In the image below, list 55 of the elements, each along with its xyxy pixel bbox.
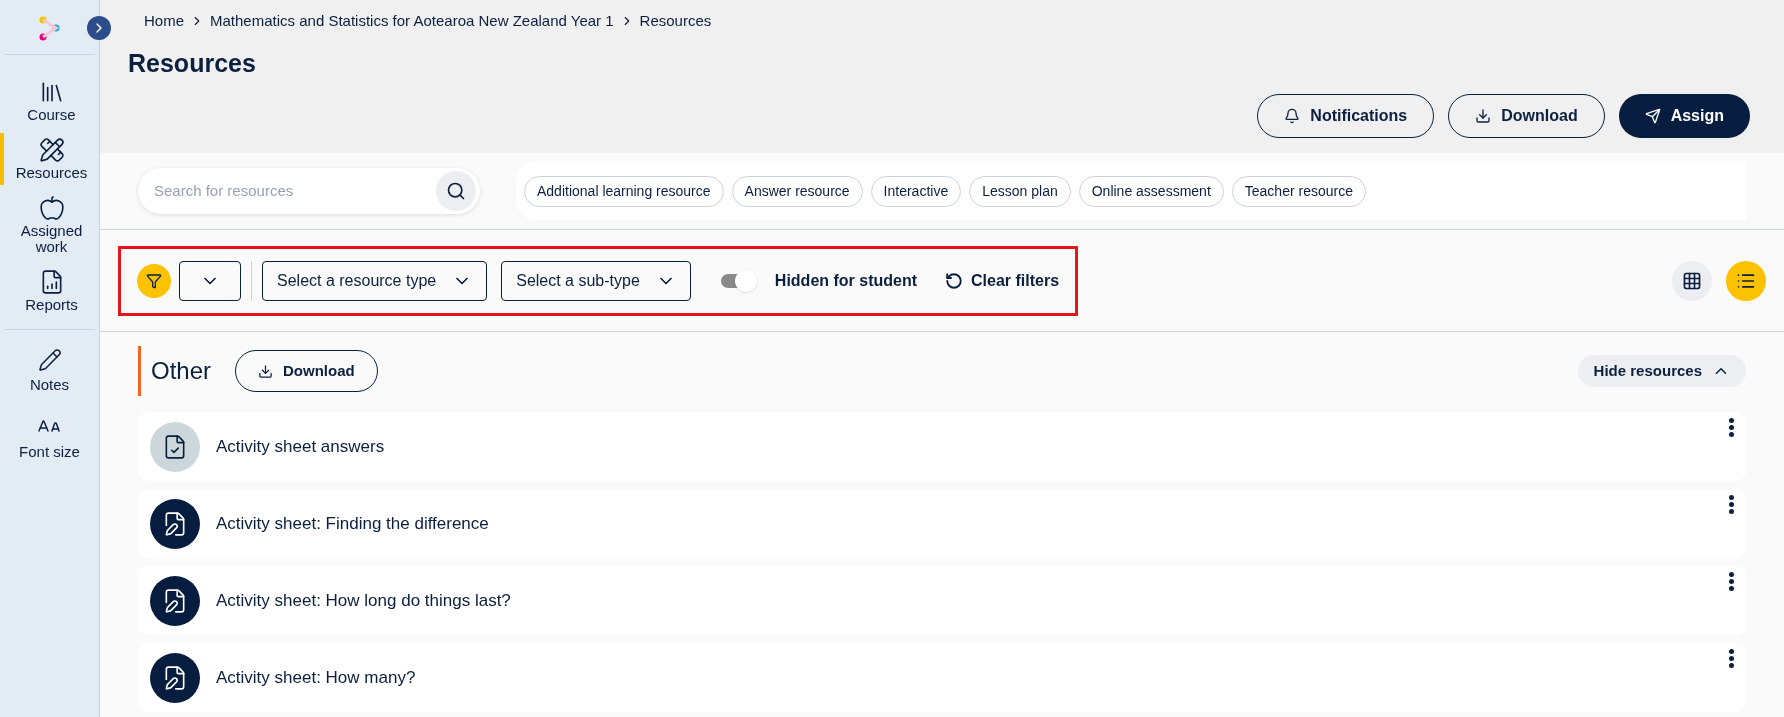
- more-options-icon: [1729, 418, 1734, 437]
- resource-title: Activity sheet answers: [216, 435, 385, 458]
- more-options-button[interactable]: [1729, 572, 1734, 591]
- grid-icon: [1682, 270, 1702, 291]
- more-options-icon: [1729, 649, 1734, 668]
- filter-icon: [137, 263, 171, 298]
- resource-row[interactable]: Activity sheet: How many?: [138, 643, 1746, 712]
- bell-icon: [1284, 108, 1301, 124]
- sidebar-tool[interactable]: Notes: [29, 344, 70, 401]
- document-edit-icon: [150, 652, 200, 703]
- sidebar-item[interactable]: Assigned work: [0, 191, 99, 259]
- nav-icon: [38, 195, 65, 221]
- search-icon: [446, 181, 466, 201]
- resource-title: Activity sheet: How long do things last?: [216, 589, 511, 612]
- more-options-button[interactable]: [1729, 495, 1734, 514]
- tool-icon: [37, 348, 62, 372]
- action-button[interactable]: Assign: [1618, 94, 1750, 138]
- dropdown[interactable]: [179, 260, 241, 301]
- breadcrumb-link[interactable]: Home: [144, 10, 184, 33]
- sidebar-tool[interactable]: Font size: [19, 410, 80, 467]
- expand-sidebar-button[interactable]: [87, 16, 111, 40]
- grid-view-button[interactable]: [1672, 260, 1712, 301]
- section-title: Other: [138, 346, 212, 396]
- download-icon: [1475, 108, 1492, 124]
- search-field[interactable]: Search for resources: [138, 168, 480, 214]
- sidebar-item[interactable]: Course: [0, 75, 99, 127]
- app-logo: [38, 16, 61, 42]
- resource-row[interactable]: Activity sheet answers: [138, 412, 1746, 481]
- page-title: Resources: [128, 47, 257, 79]
- resource-type-select[interactable]: Select a resource type: [262, 260, 488, 301]
- download-icon: [258, 363, 274, 379]
- more-options-icon: [1729, 495, 1734, 514]
- answer-sheet-icon: [150, 421, 200, 472]
- document-edit-icon: [150, 575, 200, 626]
- more-options-button[interactable]: [1729, 418, 1734, 437]
- more-options-icon: [1729, 572, 1734, 591]
- breadcrumb-link[interactable]: Resources: [639, 10, 712, 33]
- search-input[interactable]: Search for resources: [154, 179, 436, 203]
- clear-filters-button[interactable]: Clear filters: [945, 268, 1060, 293]
- list-view-button[interactable]: [1726, 260, 1766, 301]
- resource-title: Activity sheet: How many?: [216, 666, 416, 689]
- breadcrumb-link[interactable]: Mathematics and Statistics for Aotearoa New Zealand Year 1: [210, 10, 614, 33]
- sidebar-item[interactable]: Reports: [0, 265, 99, 317]
- reset-icon: [945, 271, 964, 290]
- resource-row[interactable]: Activity sheet: Finding the difference: [138, 489, 1746, 558]
- toggle-label: Hidden for student: [774, 270, 918, 291]
- hide-resources-button[interactable]: Hide resources: [1577, 355, 1746, 387]
- sub-type-select[interactable]: Select a sub-type: [501, 260, 691, 301]
- more-options-button[interactable]: [1729, 649, 1734, 668]
- nav-icon: [38, 137, 65, 163]
- send-icon: [1644, 108, 1661, 124]
- resource-title: Activity sheet: Finding the difference: [216, 512, 489, 535]
- search-button[interactable]: [436, 171, 476, 211]
- document-edit-icon: [150, 498, 200, 549]
- resource-row[interactable]: Activity sheet: How long do things last?: [138, 566, 1746, 635]
